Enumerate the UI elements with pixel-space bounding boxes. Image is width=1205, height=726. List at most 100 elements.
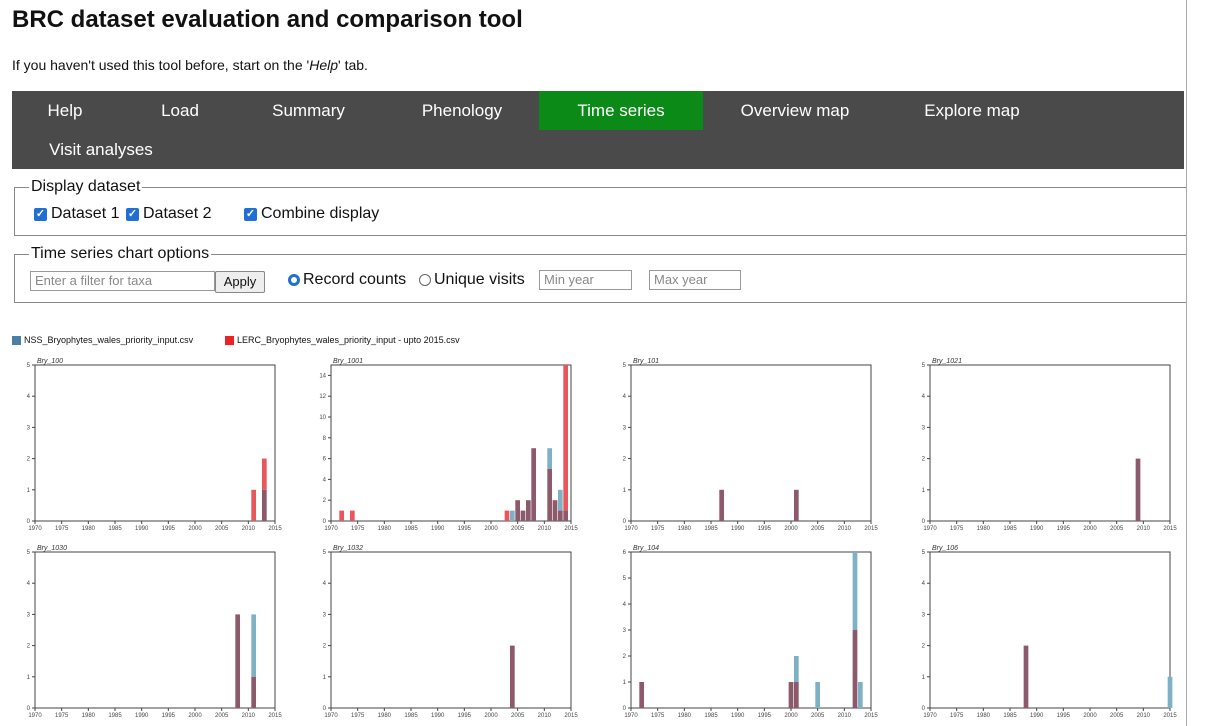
x-tick-label: 2015	[864, 526, 878, 532]
y-tick-label: 3	[27, 612, 31, 618]
dataset2-checkbox[interactable]: ✓ Dataset 2	[126, 205, 211, 223]
tab-load[interactable]: Load	[145, 91, 215, 130]
combine-display-checkbox[interactable]: ✓ Combine display	[244, 205, 379, 223]
x-tick-label: 2000	[784, 713, 798, 719]
taxa-filter-input[interactable]: Enter a filter for taxa	[30, 271, 215, 291]
x-tick-label: 2010	[538, 713, 552, 719]
x-tick-label: 1990	[431, 526, 445, 532]
bar	[349, 510, 355, 521]
checkbox-checked-icon: ✓	[126, 207, 139, 221]
bar	[563, 365, 569, 511]
y-tick-label: 1	[922, 488, 926, 494]
tab-visit-analyses[interactable]: Visit analyses	[36, 130, 166, 169]
x-tick-label: 2010	[242, 526, 256, 532]
x-tick-label: 1990	[135, 526, 149, 532]
x-tick-label: 2010	[242, 713, 256, 719]
y-tick-label: 0	[922, 706, 926, 712]
x-tick-label: 1990	[731, 526, 745, 532]
bar	[793, 656, 799, 682]
bar	[557, 489, 563, 511]
chart-legend-series2: LERC_Bryophytes_wales_priority_input - u…	[225, 335, 460, 345]
bar	[793, 489, 799, 521]
chart-panel: Bry_106 0 1 2 3 4 5 1970 1975 1980 1985 1990 1995 200…	[922, 545, 1178, 719]
chart-panel: Bry_1032 0 1 2 3 4 5 1970 1975 1980 1985 1990 1995 20…	[323, 545, 579, 719]
bar	[525, 500, 531, 521]
x-tick-label: 2005	[215, 713, 229, 719]
y-tick-label: 1	[922, 675, 926, 681]
y-tick-label: 6	[323, 457, 327, 463]
x-tick-label: 2010	[1137, 526, 1151, 532]
intro-post: ' tab.	[338, 57, 368, 73]
page-title: BRC dataset evaluation and comparison to…	[12, 6, 523, 33]
y-tick-label: 5	[323, 550, 327, 556]
x-tick-label: 1995	[162, 526, 176, 532]
tab-phenology[interactable]: Phenology	[404, 91, 520, 130]
bar	[793, 682, 799, 708]
x-tick-label: 2010	[538, 526, 552, 532]
x-tick-label: 2015	[564, 713, 578, 719]
y-tick-label: 5	[922, 550, 926, 556]
y-tick-label: 4	[323, 477, 327, 483]
tab-summary[interactable]: Summary	[256, 91, 361, 130]
tab-time-series[interactable]: Time series	[539, 91, 703, 130]
y-tick-label: 2	[27, 457, 31, 463]
y-tick-label: 5	[27, 363, 31, 369]
bar	[251, 489, 257, 521]
tab-overview-map[interactable]: Overview map	[725, 91, 865, 130]
tab-help[interactable]: Help	[30, 91, 100, 130]
y-tick-label: 2	[323, 644, 327, 650]
unique-visits-radio[interactable]: Unique visits	[419, 271, 525, 289]
radio-selected-icon	[288, 274, 300, 286]
y-tick-label: 0	[922, 519, 926, 525]
record-counts-radio[interactable]: Record counts	[288, 271, 406, 289]
dataset1-checkbox[interactable]: ✓ Dataset 1	[34, 205, 119, 223]
max-year-input[interactable]: Max year	[649, 270, 741, 290]
x-tick-label: 1980	[378, 526, 392, 532]
x-tick-label: 2015	[1163, 713, 1177, 719]
x-tick-label: 1975	[950, 713, 964, 719]
chart-title: Bry_101	[633, 358, 659, 365]
y-tick-label: 0	[27, 706, 31, 712]
chart-plot-frame	[630, 551, 872, 709]
x-tick-label: 2010	[838, 526, 852, 532]
y-tick-label: 12	[319, 394, 326, 400]
y-tick-label: 2	[623, 654, 627, 660]
chart-plot-frame	[630, 364, 872, 522]
x-tick-label: 2000	[484, 713, 498, 719]
bar	[509, 645, 515, 708]
x-tick-label: 1980	[977, 713, 991, 719]
y-tick-label: 0	[27, 519, 31, 525]
y-tick-label: 1	[623, 680, 627, 686]
x-tick-label: 1990	[731, 713, 745, 719]
bar	[515, 500, 521, 521]
y-tick-label: 8	[323, 436, 327, 442]
x-tick-label: 1980	[82, 713, 96, 719]
series1-swatch	[12, 335, 21, 345]
x-tick-label: 1970	[624, 526, 638, 532]
tab-explore-map[interactable]: Explore map	[907, 91, 1037, 130]
x-tick-label: 1985	[1003, 526, 1017, 532]
time-series-options-legend: Time series chart options	[31, 245, 210, 262]
display-dataset-legend: Display dataset	[31, 178, 141, 195]
x-tick-label: 1985	[108, 526, 122, 532]
y-tick-label: 14	[319, 373, 326, 379]
x-tick-label: 1975	[950, 526, 964, 532]
series1-legend-label: NSS_Bryophytes_wales_priority_input.csv	[24, 335, 194, 345]
x-tick-label: 1970	[324, 713, 338, 719]
chart-panel: Bry_100 0 1 2 3 4 5 1970 1975 1980 1985 1990 1995 200…	[27, 358, 283, 532]
bar	[520, 510, 526, 521]
x-tick-label: 1980	[378, 713, 392, 719]
bar	[852, 630, 858, 708]
bar	[547, 448, 553, 469]
chart-panel: Bry_1030 0 1 2 3 4 5 1970 1975 1980 1985 1990 1995 20…	[27, 545, 283, 719]
y-tick-label: 3	[27, 425, 31, 431]
x-tick-label: 2015	[1163, 526, 1177, 532]
bar	[339, 510, 345, 521]
intro-pre: If you haven't used this tool before, st…	[12, 57, 310, 73]
y-tick-label: 4	[922, 394, 926, 400]
x-tick-label: 1975	[651, 526, 665, 532]
bar	[639, 682, 645, 708]
apply-button[interactable]: Apply	[215, 271, 265, 293]
x-tick-label: 2005	[1110, 526, 1124, 532]
min-year-input[interactable]: Min year	[539, 270, 632, 290]
